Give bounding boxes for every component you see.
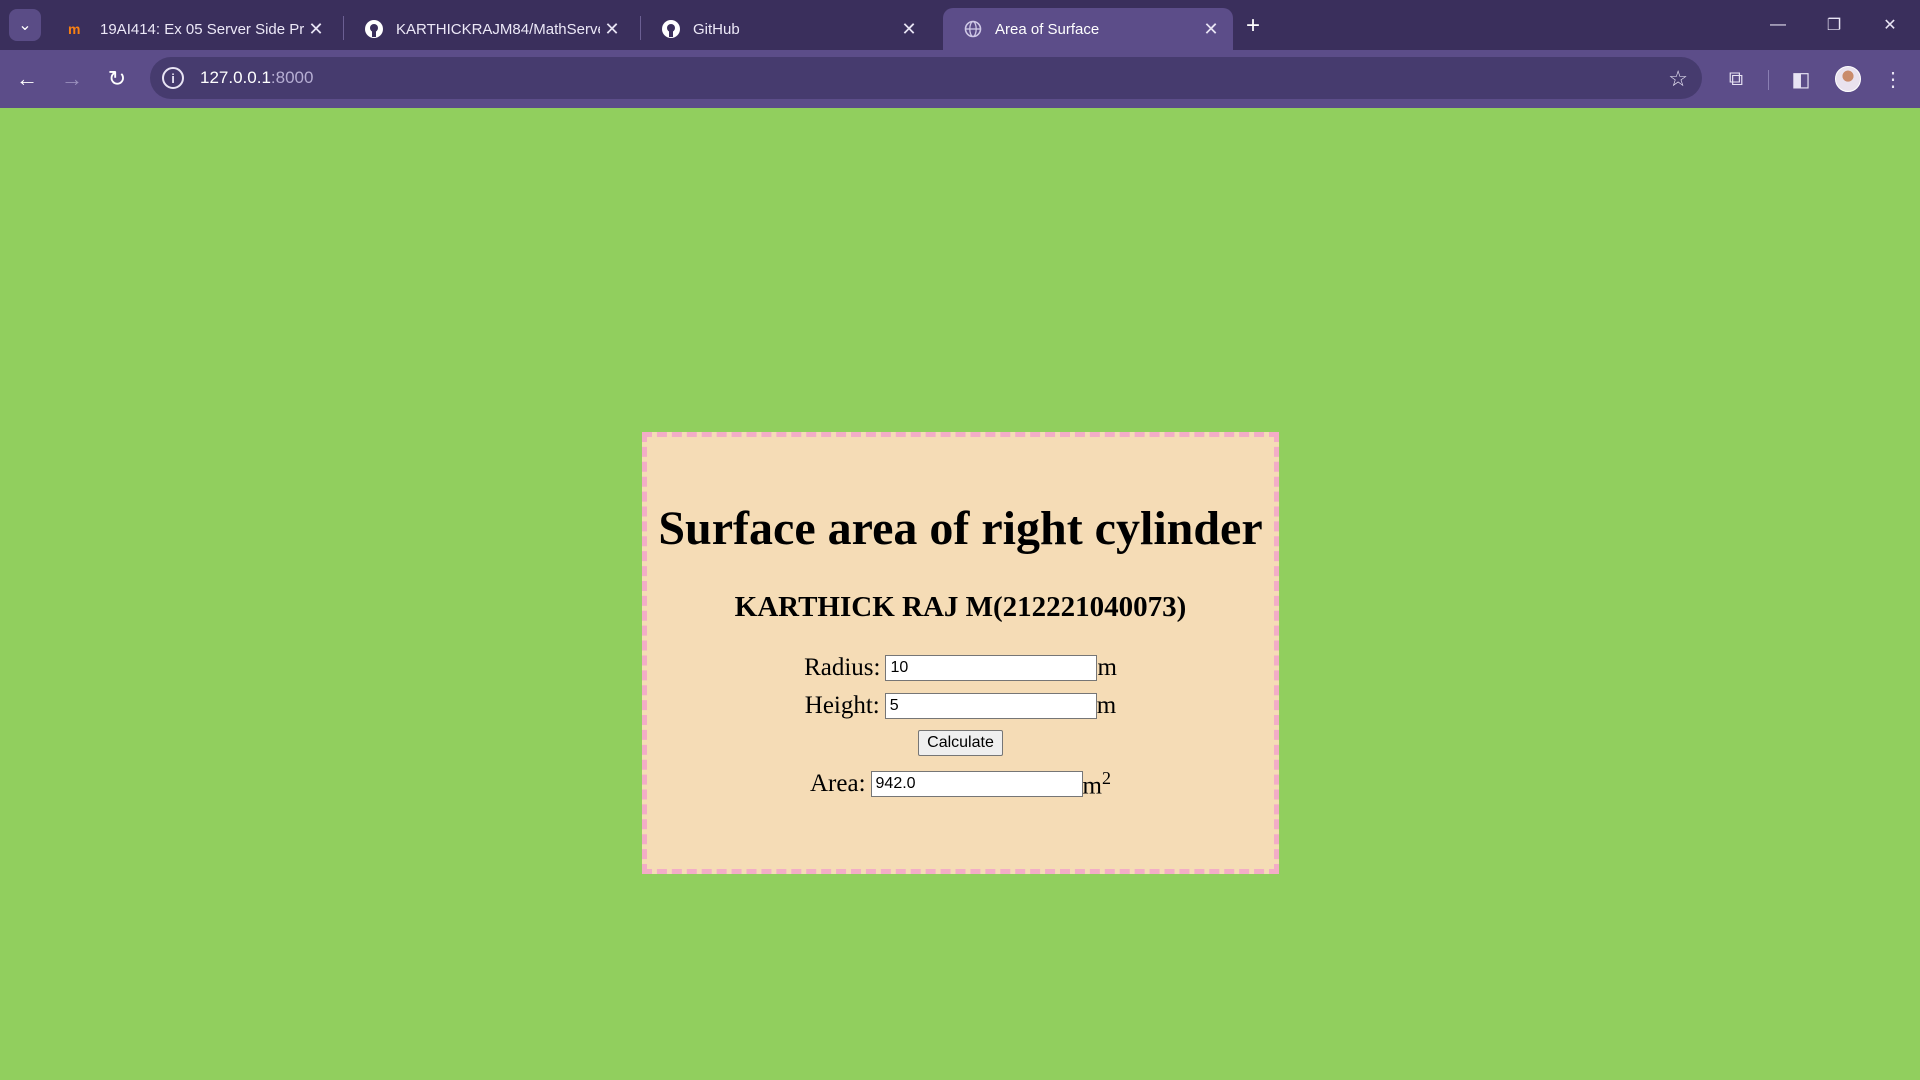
- area-unit-base: m: [1082, 772, 1102, 800]
- globe-icon: [963, 19, 983, 39]
- back-button[interactable]: ←: [10, 62, 44, 96]
- close-icon: ✕: [1883, 17, 1897, 34]
- minimize-button[interactable]: —: [1750, 0, 1806, 50]
- new-tab-button[interactable]: +: [1239, 12, 1267, 40]
- area-unit: m2: [1083, 768, 1111, 800]
- minimize-icon: —: [1770, 16, 1786, 33]
- tab-search-button[interactable]: ⌄: [9, 9, 41, 41]
- area-label: Area:: [810, 770, 866, 798]
- radius-row: Radius: m: [647, 654, 1274, 682]
- area-unit-exponent: 2: [1101, 768, 1111, 788]
- info-icon[interactable]: i: [162, 67, 184, 89]
- profile-avatar[interactable]: [1835, 66, 1861, 92]
- forward-button[interactable]: →: [55, 62, 89, 96]
- close-icon[interactable]: ✕: [304, 17, 328, 41]
- github-icon: [364, 19, 384, 39]
- chevron-down-icon: ⌄: [18, 17, 32, 34]
- reload-button[interactable]: ↻: [100, 62, 134, 96]
- height-row: Height: m: [647, 692, 1274, 720]
- arrow-right-icon: →: [61, 66, 83, 91]
- radius-label: Radius:: [804, 654, 881, 681]
- close-window-button[interactable]: ✕: [1862, 0, 1918, 50]
- tab-title: Area of Surface: [995, 20, 1100, 38]
- browser-toolbar: ← → ↻ i 127.0.0.1:8000 ☆ ⧉ ◧ ⋮: [0, 50, 1920, 108]
- close-icon[interactable]: ✕: [600, 17, 624, 41]
- author-name: KARTHICK RAJ M(212221040073): [734, 591, 1187, 623]
- address-bar[interactable]: i 127.0.0.1:8000 ☆: [150, 57, 1702, 99]
- url-text: 127.0.0.1:8000: [200, 68, 313, 88]
- area-row: Area: m2: [647, 768, 1274, 800]
- restore-icon: ❐: [1826, 17, 1842, 34]
- toolbar-divider: [1768, 70, 1769, 90]
- tab-title: KARTHICKRAJM84/MathServer: [396, 20, 600, 38]
- side-panel-icon: ◧: [1791, 68, 1811, 91]
- github-icon: [661, 19, 681, 39]
- side-panel-button[interactable]: ◧: [1784, 62, 1818, 96]
- radius-input[interactable]: [885, 655, 1098, 681]
- tab-title: 19AI414: Ex 05 Server Side Proc: [100, 20, 304, 38]
- height-label: Height:: [804, 692, 880, 719]
- radius-unit: m: [1097, 654, 1117, 681]
- calculator-card: Surface area of right cylinder KARTHICK …: [642, 432, 1279, 874]
- tab-ex05[interactable]: m 19AI414: Ex 05 Server Side Proc ✕: [48, 8, 338, 50]
- tab-strip: ⌄ m 19AI414: Ex 05 Server Side Proc ✕ KA…: [0, 0, 1920, 50]
- height-input[interactable]: [884, 693, 1097, 719]
- arrow-left-icon: ←: [16, 66, 38, 91]
- tab-title: GitHub: [693, 20, 740, 38]
- close-icon[interactable]: ✕: [897, 17, 921, 41]
- plus-icon: +: [1245, 12, 1260, 39]
- height-unit: m: [1096, 692, 1117, 719]
- moodle-icon: m: [68, 19, 88, 39]
- calculate-button[interactable]: Calculate: [918, 730, 1003, 756]
- extensions-button[interactable]: ⧉: [1719, 62, 1753, 96]
- tab-mathserver[interactable]: KARTHICKRAJM84/MathServer ✕: [344, 8, 634, 50]
- tab-github[interactable]: GitHub ✕: [641, 8, 931, 50]
- svg-text:m: m: [68, 21, 80, 37]
- star-icon[interactable]: ☆: [1668, 66, 1688, 92]
- kebab-menu-icon: ⋮: [1883, 68, 1903, 91]
- area-output[interactable]: [870, 771, 1083, 798]
- url-port: :8000: [270, 68, 314, 87]
- url-host: 127.0.0.1: [200, 68, 271, 87]
- menu-button[interactable]: ⋮: [1876, 62, 1910, 96]
- tab-area-of-surface[interactable]: Area of Surface ✕: [943, 8, 1233, 50]
- reload-icon: ↻: [107, 66, 127, 91]
- puzzle-icon: ⧉: [1728, 67, 1744, 90]
- close-icon[interactable]: ✕: [1199, 17, 1223, 41]
- page-title: Surface area of right cylinder: [658, 502, 1263, 555]
- restore-button[interactable]: ❐: [1806, 0, 1862, 50]
